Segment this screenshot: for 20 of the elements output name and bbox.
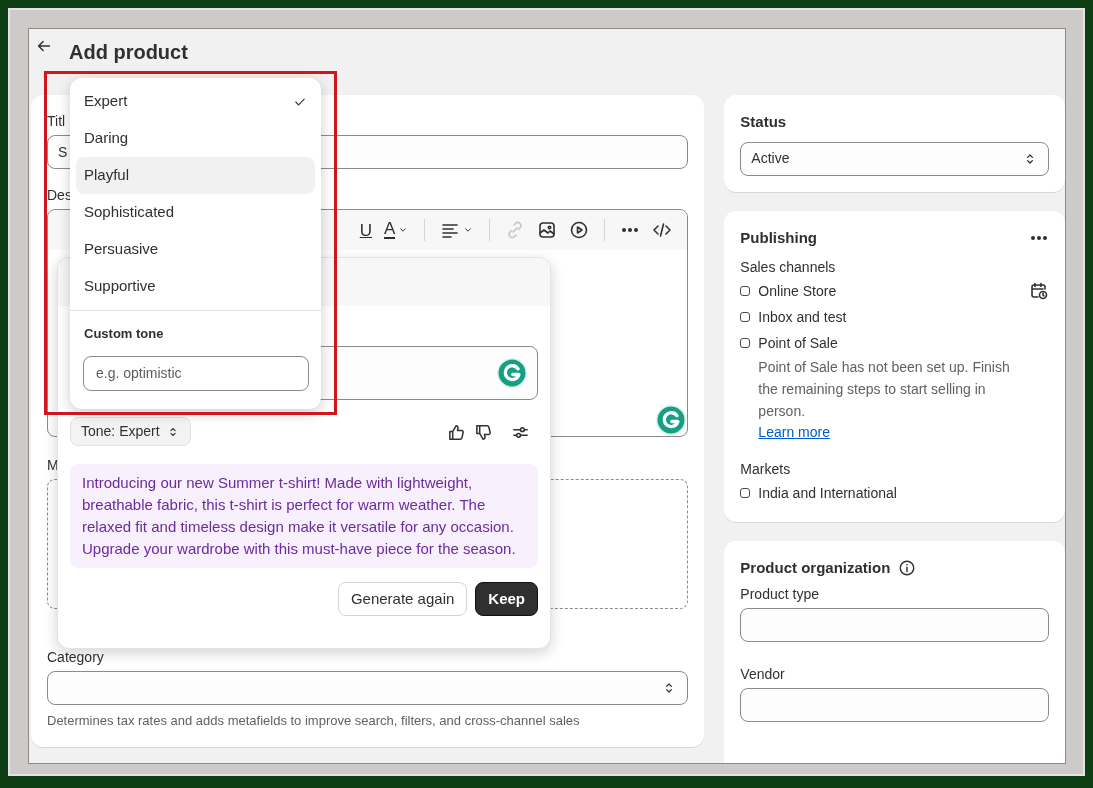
help-text: Determines tax rates and adds metafields to improve search, filters, and cross-channel sales	[47, 712, 581, 730]
field-label: Product type	[740, 584, 820, 604]
field-label: Vendor	[740, 664, 786, 684]
page-title: Add product	[69, 40, 188, 65]
section-label: Markets	[740, 460, 792, 479]
channel-name: Point of Sale	[758, 333, 838, 353]
field-label: Category	[47, 648, 105, 667]
channel-name: India and International	[758, 483, 897, 503]
note-text: Point of Sale has not been set up. Finish the remaining steps to start selling in person.	[757, 358, 1011, 421]
card-title: Publishing	[740, 227, 818, 248]
card-title: Status	[740, 112, 788, 132]
card-title: Product organization	[740, 558, 891, 578]
field-label: Titl	[47, 112, 67, 131]
channel-name: Inbox and test	[758, 307, 847, 327]
select-value: Active	[751, 149, 790, 168]
section-label: Custom tone	[83, 325, 165, 343]
generated-text: Introducing our new Summer t-shirt! Made with lightweight, breathable fabric, this t-shirt is perfect for warm weather. The relaxed fit and timeless design make it versatile for any occasion. Upgrade your wardrobe with this must-have piece for the season.	[70, 464, 538, 568]
section-label: Sales channels	[740, 258, 837, 277]
channel-name: Online Store	[758, 281, 837, 301]
field-value: S	[58, 142, 68, 162]
